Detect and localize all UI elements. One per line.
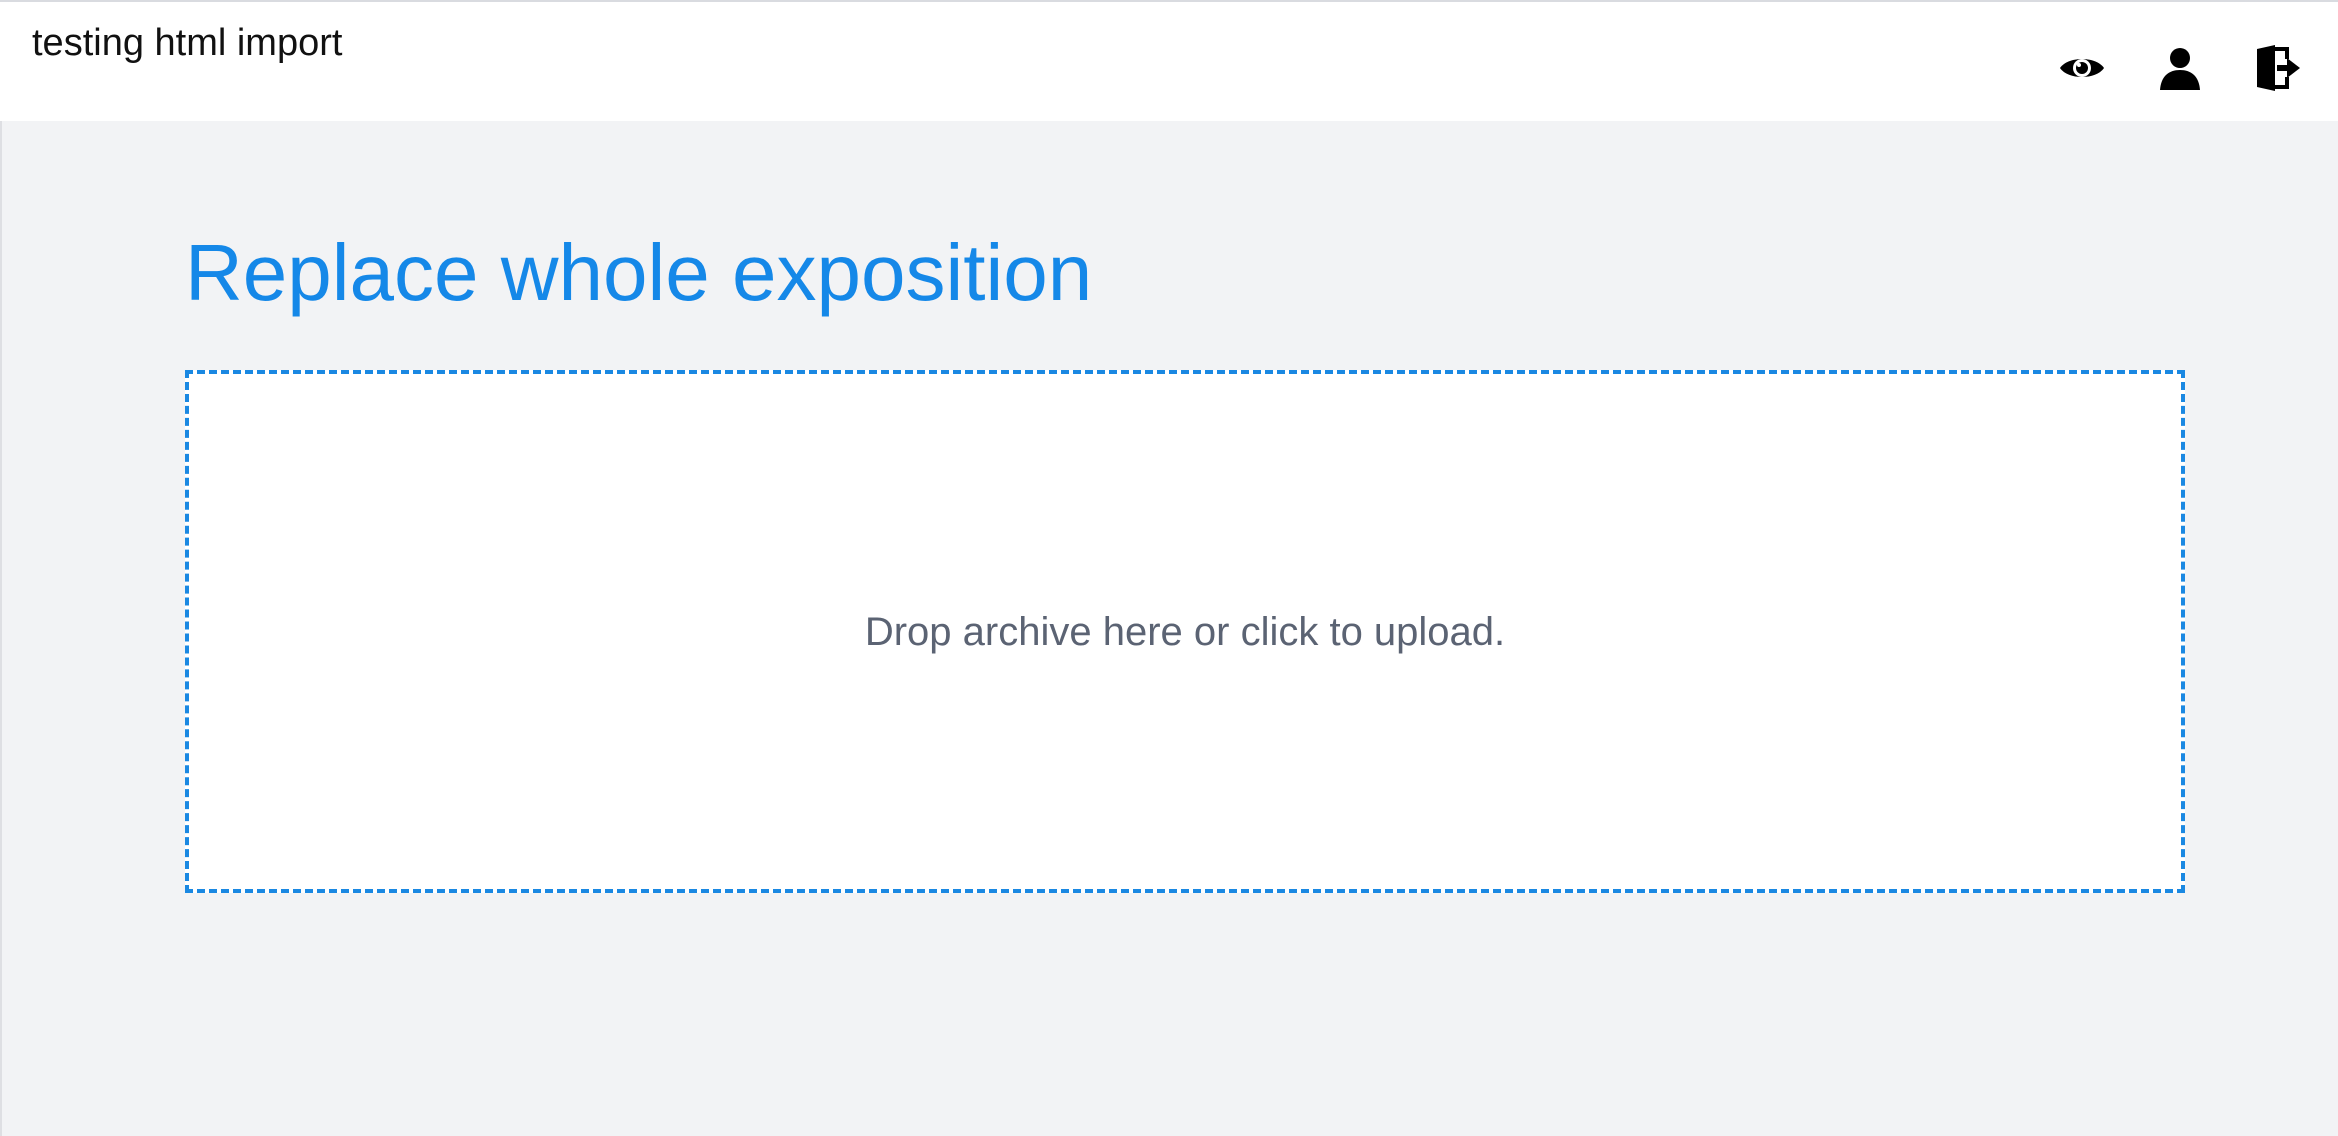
top-bar: testing html import (0, 0, 2338, 121)
dropzone-label: Drop archive here or click to upload. (864, 609, 1506, 654)
logout-button[interactable] (2250, 40, 2306, 96)
profile-button[interactable] (2152, 40, 2208, 96)
exposition-title: testing html import (32, 22, 343, 64)
page-title: Replace whole exposition (185, 228, 1093, 317)
left-border (0, 121, 2, 1136)
preview-button[interactable] (2054, 40, 2110, 96)
archive-dropzone[interactable]: Drop archive here or click to upload. (185, 370, 2185, 893)
logout-door-icon (2255, 43, 2301, 93)
user-icon (2158, 46, 2202, 90)
eye-icon (2058, 52, 2106, 84)
